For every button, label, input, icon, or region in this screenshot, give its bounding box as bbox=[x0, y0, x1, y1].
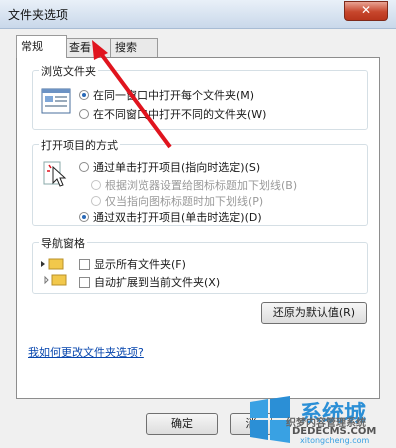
new-window-radio[interactable] bbox=[79, 109, 89, 119]
double-click-option[interactable]: 通过双击打开项目(单击时选定)(D) bbox=[79, 209, 262, 225]
auto-expand-label: 自动扩展到当前文件夹(X) bbox=[94, 276, 221, 289]
new-window-label: 在不同窗口中打开不同的文件夹(W) bbox=[93, 108, 267, 121]
underline-point-option[interactable]: 仅当指向图标标题时加下划线(P) bbox=[91, 193, 263, 209]
single-click-option[interactable]: 通过单击打开项目(指向时选定)(S) bbox=[79, 159, 260, 175]
show-all-folders-label: 显示所有文件夹(F) bbox=[94, 258, 186, 271]
close-button[interactable]: ✕ bbox=[344, 1, 388, 21]
single-click-radio[interactable] bbox=[79, 162, 89, 172]
single-click-label: 通过单击打开项目(指向时选定)(S) bbox=[93, 161, 261, 174]
tab-general-label: 常规 bbox=[21, 40, 43, 53]
pointer-click-icon bbox=[43, 161, 67, 187]
browse-folders-group: 浏览文件夹 在同一窗口中打开每个文件夹(M) 在不同窗口中打开不同的文件夹(W) bbox=[32, 63, 368, 130]
tab-search-label: 搜索 bbox=[115, 41, 137, 54]
folder-tree-icon bbox=[41, 258, 67, 286]
underline-browser-label: 根据浏览器设置给图标标题加下划线(B) bbox=[105, 179, 298, 192]
window-title: 文件夹选项 bbox=[8, 8, 69, 22]
restore-defaults-button[interactable]: 还原为默认值(R) bbox=[261, 302, 367, 324]
folder-window-icon bbox=[41, 88, 71, 114]
same-window-option[interactable]: 在同一窗口中打开每个文件夹(M) bbox=[79, 87, 254, 103]
open-items-legend: 打开项目的方式 bbox=[39, 137, 120, 153]
close-icon: ✕ bbox=[360, 3, 372, 17]
underline-point-label: 仅当指向图标标题时加下划线(P) bbox=[105, 195, 264, 208]
new-window-option[interactable]: 在不同窗口中打开不同的文件夹(W) bbox=[79, 106, 266, 122]
tab-view[interactable]: 查看 bbox=[64, 38, 112, 57]
underline-browser-option[interactable]: 根据浏览器设置给图标标题加下划线(B) bbox=[91, 177, 297, 193]
double-click-radio[interactable] bbox=[79, 212, 89, 222]
show-all-folders-option[interactable]: 显示所有文件夹(F) bbox=[79, 256, 186, 272]
tab-general[interactable]: 常规 bbox=[16, 35, 67, 58]
auto-expand-option[interactable]: 自动扩展到当前文件夹(X) bbox=[79, 274, 220, 290]
tab-search[interactable]: 搜索 bbox=[110, 38, 158, 57]
underline-point-radio[interactable] bbox=[91, 196, 101, 206]
navigation-pane-group: 导航窗格 显示所有文件夹(F) 自动扩展到当前文件夹(X) bbox=[32, 235, 368, 294]
same-window-radio[interactable] bbox=[79, 90, 89, 100]
browse-folders-legend: 浏览文件夹 bbox=[39, 63, 98, 79]
show-all-folders-checkbox[interactable] bbox=[79, 258, 90, 270]
tab-view-label: 查看 bbox=[69, 41, 91, 54]
watermark-url: xitongcheng.com bbox=[300, 436, 370, 445]
open-items-group: 打开项目的方式 通过单击打开项目(指向时选定)(S) 根据浏览器设置给图标标题加… bbox=[32, 137, 368, 226]
navigation-pane-legend: 导航窗格 bbox=[39, 235, 87, 251]
ok-button[interactable]: 确定 bbox=[146, 413, 218, 435]
underline-browser-radio[interactable] bbox=[91, 180, 101, 190]
help-link[interactable]: 我如何更改文件夹选项? bbox=[28, 344, 144, 360]
auto-expand-checkbox[interactable] bbox=[79, 276, 90, 288]
double-click-label: 通过双击打开项目(单击时选定)(D) bbox=[93, 211, 262, 224]
same-window-label: 在同一窗口中打开每个文件夹(M) bbox=[93, 89, 255, 102]
title-bar[interactable]: 文件夹选项 ✕ bbox=[0, 0, 396, 29]
